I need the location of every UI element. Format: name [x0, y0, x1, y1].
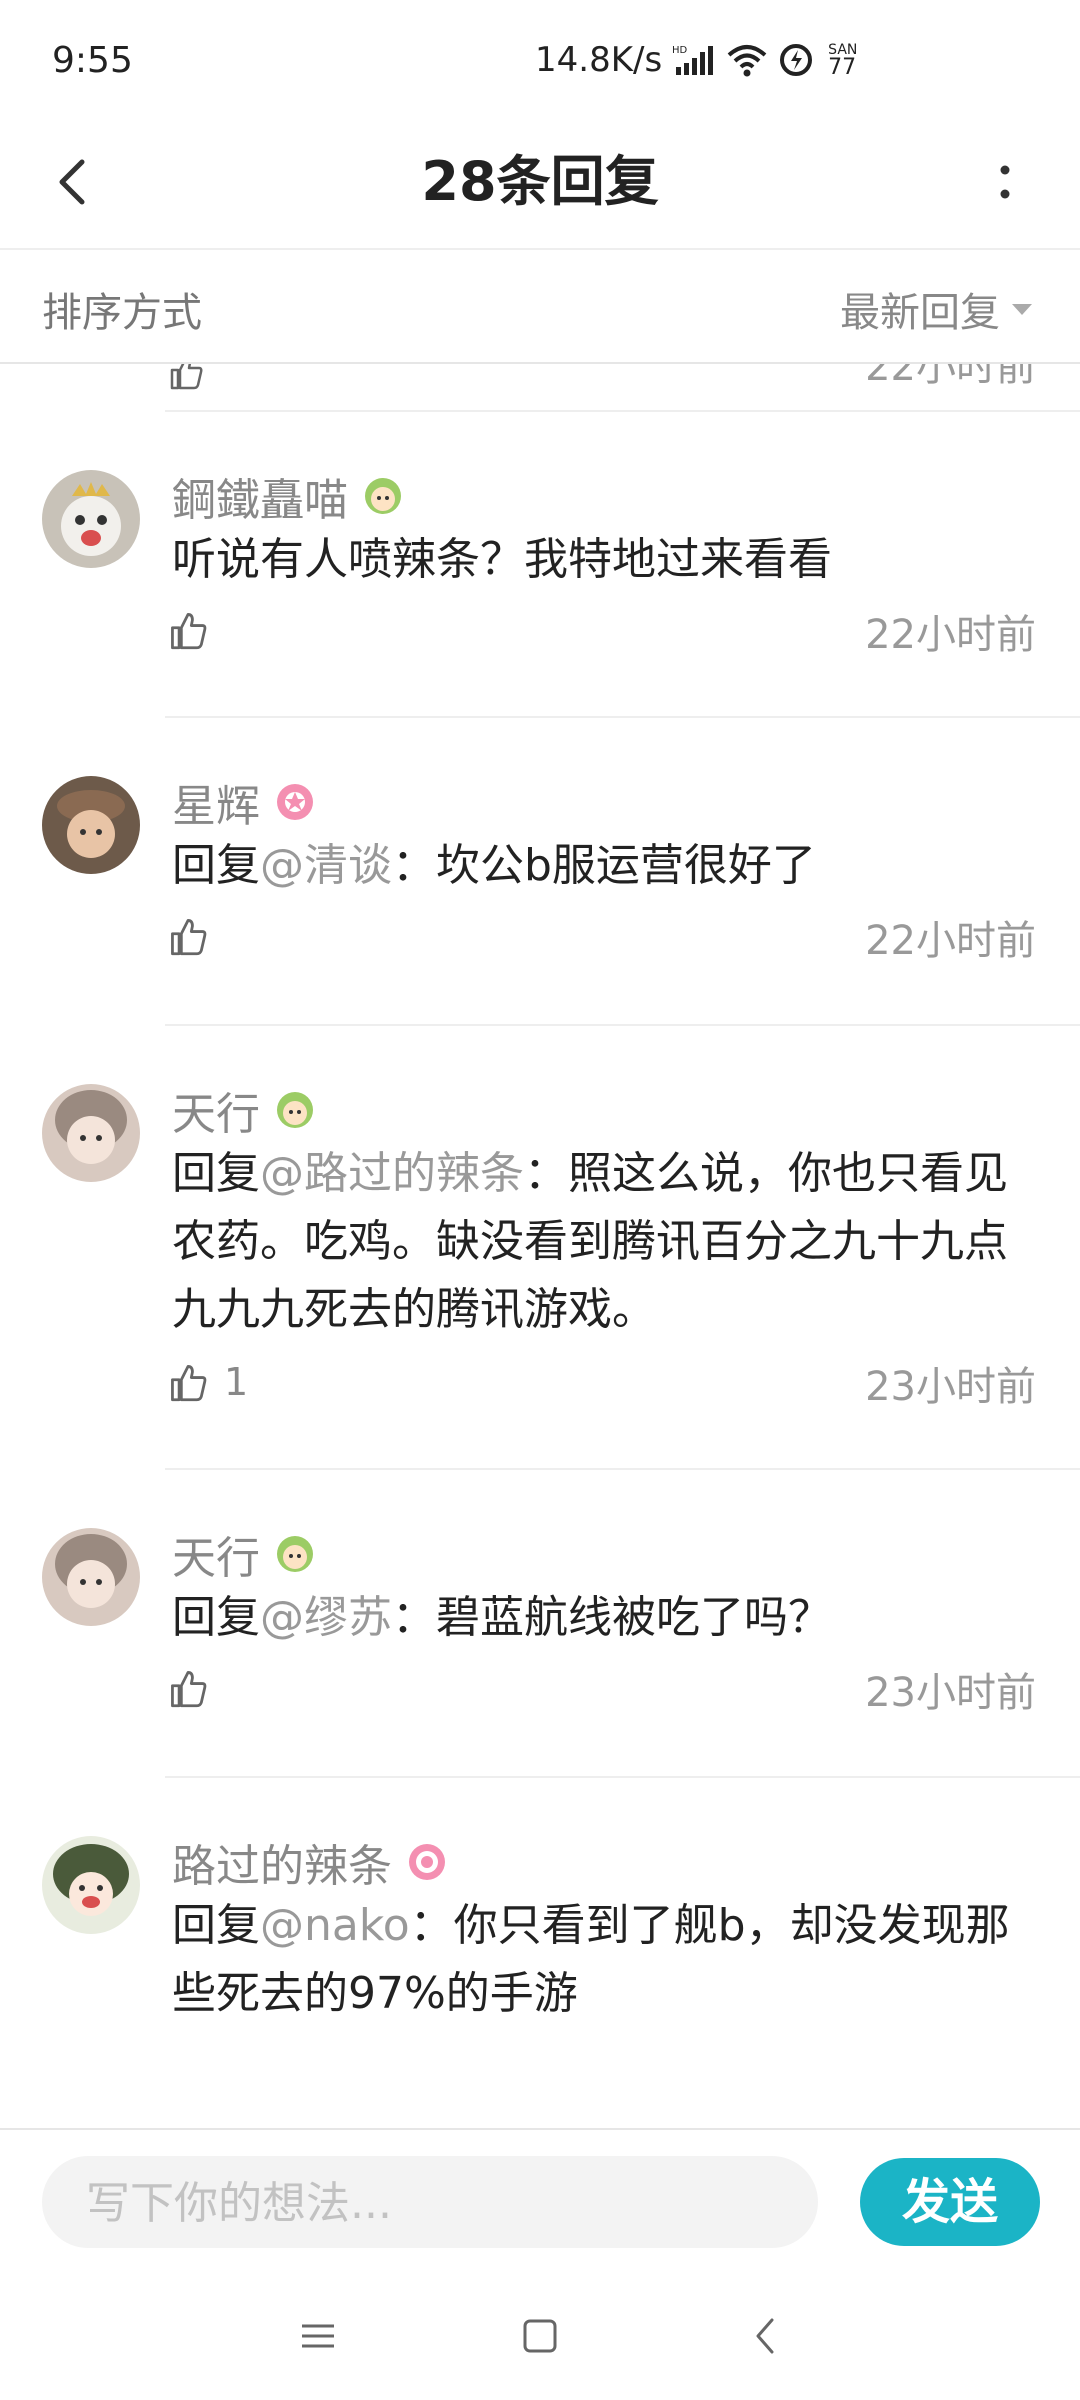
sort-label: 排序方式 — [42, 290, 202, 336]
sort-selected: 最新回复 — [840, 290, 1000, 336]
sys-badge: SAN 77 — [828, 42, 857, 80]
back-chevron-icon[interactable] — [736, 2306, 796, 2366]
avatar[interactable] — [42, 1836, 140, 1934]
reply-prefix: 回复 — [172, 840, 260, 891]
avatar-image — [42, 1836, 140, 1934]
reply-prefix: 回复 — [172, 1592, 260, 1643]
thumb-up-icon[interactable] — [168, 364, 204, 390]
reply-author[interactable]: 天行 — [172, 1078, 260, 1142]
avatar-image — [42, 1528, 140, 1626]
mention-link[interactable]: @nako — [260, 1900, 410, 1951]
level-badge-icon — [277, 784, 313, 820]
reply-content: 回复@缪苏：碧蓝航线被吃了吗？ — [172, 1584, 1042, 1652]
reply-item[interactable]: 天行 回复@路过的辣条：照这么说，你也只看见农药。吃鸡。缺没看到腾讯百分之九十九… — [0, 1026, 1080, 1470]
reply-author[interactable]: 星辉 — [172, 770, 260, 834]
reply-content: 回复@路过的辣条：照这么说，你也只看见农药。吃鸡。缺没看到腾讯百分之九十九点九九… — [172, 1140, 1042, 1344]
reply-author[interactable]: 路过的辣条 — [172, 1830, 392, 1894]
status-time: 9:55 — [52, 40, 133, 81]
hd-signal-icon: HD — [672, 45, 714, 75]
reply-content: 回复@清谈：坎公b服运营很好了 — [172, 832, 1042, 900]
wifi-icon — [727, 45, 767, 77]
reply-author[interactable]: 天行 — [172, 1522, 260, 1586]
sort-bar: 排序方式 最新回复 — [0, 250, 1080, 364]
like-count: 1 — [224, 1360, 249, 1404]
reply-item[interactable]: 天行 回复@缪苏：碧蓝航线被吃了吗？ 23小时前 — [0, 1470, 1080, 1778]
net-speed: 14.8K/s — [535, 40, 663, 80]
avatar-image — [42, 776, 140, 874]
reply-header: 星辉 — [172, 770, 318, 834]
avatar[interactable] — [42, 470, 140, 568]
sys-badge-num: 77 — [828, 55, 857, 80]
level-badge-icon — [365, 478, 401, 514]
reply-time: 22小时前 — [865, 612, 1036, 658]
mention-link[interactable]: @缪苏 — [260, 1592, 392, 1643]
reply-text: 听说有人喷辣条？我特地过来看看 — [172, 534, 832, 585]
send-button[interactable]: 发送 — [860, 2158, 1040, 2246]
like-row — [168, 1658, 224, 1718]
level-badge-icon — [409, 1844, 445, 1880]
reply-header: 路过的辣条 — [172, 1830, 450, 1894]
avatar[interactable] — [42, 1084, 140, 1182]
avatar[interactable] — [42, 1528, 140, 1626]
partial-reply: 22小时前 — [0, 364, 1080, 412]
reply-prefix: 回复 — [172, 1900, 260, 1951]
comment-composer: 发送 — [0, 2128, 1080, 2274]
thumb-up-icon[interactable] — [168, 610, 208, 650]
avatar-image — [42, 470, 140, 568]
header: 28条回复 — [0, 120, 1080, 250]
page-title: 28条回复 — [421, 150, 659, 213]
sort-dropdown[interactable]: 最新回复 — [840, 280, 1032, 338]
reply-author[interactable]: 鋼鐵矗喵 — [172, 464, 348, 528]
reply-time: 23小时前 — [865, 1364, 1036, 1410]
thumb-up-icon[interactable] — [168, 916, 208, 956]
status-bar: 9:55 14.8K/s HD SAN 77 — [0, 0, 1080, 120]
avatar[interactable] — [42, 776, 140, 874]
reply-time: 23小时前 — [865, 1670, 1036, 1716]
reply-content: 听说有人喷辣条？我特地过来看看 — [172, 526, 1042, 594]
battery-saver-icon — [780, 44, 813, 76]
level-badge-icon — [277, 1092, 313, 1128]
reply-time: 22小时前 — [865, 918, 1036, 964]
reply-text: ：坎公b服运营很好了 — [392, 840, 816, 891]
reply-item[interactable]: 星辉 回复@清谈：坎公b服运营很好了 22小时前 — [0, 718, 1080, 1026]
caret-down-icon — [1012, 303, 1032, 315]
thumb-up-icon[interactable] — [168, 1362, 208, 1402]
avatar-image — [42, 1084, 140, 1182]
reply-time: 22小时前 — [865, 364, 1036, 390]
like-row — [168, 906, 224, 966]
reply-item[interactable]: 路过的辣条 回复@nako：你只看到了舰b，却没发现那些死去的97%的手游 — [0, 1778, 1080, 2128]
like-row — [168, 600, 224, 660]
comment-input[interactable] — [84, 2156, 788, 2250]
mention-link[interactable]: @清谈 — [260, 840, 392, 891]
more-vertical-icon[interactable] — [970, 142, 1040, 222]
reply-header: 天行 — [172, 1522, 318, 1586]
reply-header: 鋼鐵矗喵 — [172, 464, 406, 528]
menu-icon[interactable] — [288, 2306, 348, 2366]
reply-prefix: 回复 — [172, 1148, 260, 1199]
svg-text:HD: HD — [672, 45, 688, 56]
reply-item[interactable]: 鋼鐵矗喵 听说有人喷辣条？我特地过来看看 22小时前 — [0, 412, 1080, 718]
like-row: 1 — [168, 1352, 248, 1412]
comment-input-wrap[interactable] — [42, 2156, 818, 2250]
reply-header: 天行 — [172, 1078, 318, 1142]
reply-content: 回复@nako：你只看到了舰b，却没发现那些死去的97%的手游 — [172, 1892, 1042, 2028]
mention-link[interactable]: @路过的辣条 — [260, 1148, 524, 1199]
level-badge-icon — [277, 1536, 313, 1572]
reply-text: ：碧蓝航线被吃了吗？ — [392, 1592, 832, 1643]
reply-list[interactable]: 22小时前 鋼鐵矗喵 听说有人喷辣条？我特地过来看看 22小时前 星辉 回复@清… — [0, 364, 1080, 2128]
system-nav-bar — [0, 2272, 1080, 2400]
status-indicators: 14.8K/s HD SAN 77 — [535, 40, 857, 80]
thumb-up-icon[interactable] — [168, 1668, 208, 1708]
home-square-icon[interactable] — [510, 2306, 570, 2366]
